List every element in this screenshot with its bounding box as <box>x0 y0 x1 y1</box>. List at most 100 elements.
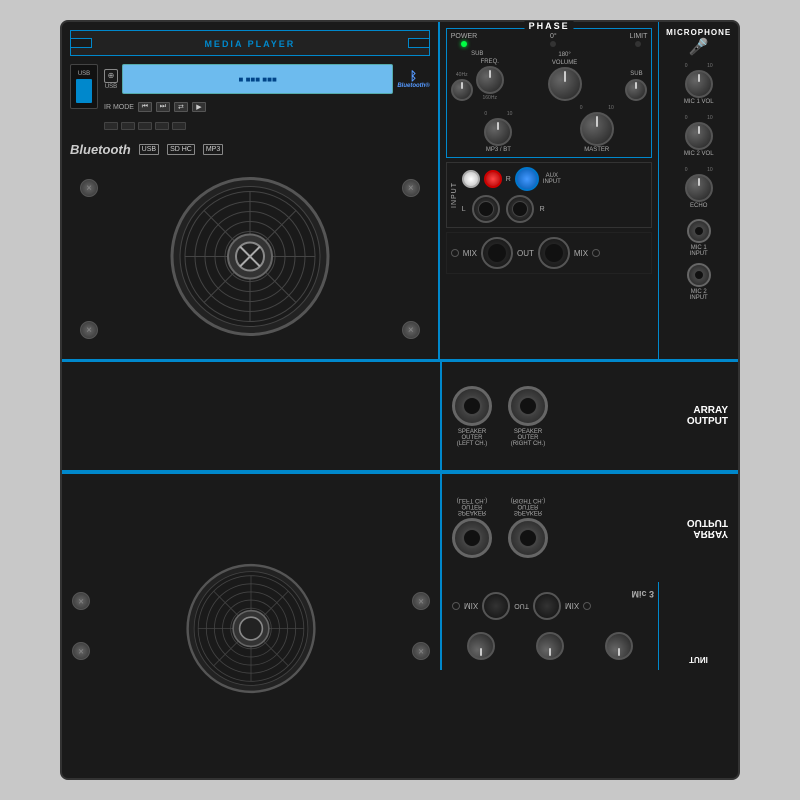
xlr-out-right[interactable] <box>538 237 570 269</box>
xlr-out-left-inner <box>488 244 506 262</box>
mic1-input-inner <box>694 226 704 236</box>
small-btn-5[interactable] <box>172 122 186 130</box>
media-player-title: MEDIA PLAYER <box>204 39 295 49</box>
bottom-mic-title: TUNI <box>665 655 732 664</box>
knobs-row2: 0 10 MP3 / BT 0 10 MASTER <box>451 105 648 153</box>
mp3bt-label: MP3 / BT <box>486 147 511 153</box>
fan-area-container <box>70 169 430 349</box>
io-inner: INPUT R AUX INPUT <box>451 167 648 223</box>
xlr-out-left[interactable] <box>481 237 513 269</box>
mic-icon: 🎤 <box>665 37 732 57</box>
zero-label: 0° <box>550 33 557 40</box>
mic1-scale: 0 10 <box>685 63 713 69</box>
phase-title: PHASE <box>525 21 574 31</box>
left-panel: MEDIA PLAYER USB ⊕ USB <box>62 22 440 362</box>
sub-label-r: SUB <box>630 71 642 77</box>
sub-freq-knobs: 40Hz FREQ. 160Hz <box>451 59 504 101</box>
bottom-main: MIX OUT MIX Mic 3 TUNI <box>62 582 738 670</box>
sd-card-slot[interactable]: USB <box>70 64 98 109</box>
mic1-vol-label: MIC 1 VOL <box>684 99 714 105</box>
freq-label: FREQ. <box>481 59 499 65</box>
sub-knob-left[interactable] <box>451 79 473 101</box>
mp3-badge: MP3 <box>203 144 223 155</box>
trs-blue-port[interactable] <box>515 167 539 191</box>
sd-format-icon: SD HC <box>167 144 195 155</box>
mic-section: MICROPHONE 🎤 0 10 MIC 1 VOL 0 10 MIC 2 V… <box>658 22 738 359</box>
sub-knob-l-container: 40Hz <box>451 72 473 101</box>
bottom-left-panel <box>62 582 442 670</box>
rca-red-port[interactable] <box>484 170 502 188</box>
usb-icon: ⊕ <box>104 69 118 83</box>
usb-badge: USB <box>139 144 159 155</box>
master-label: MASTER <box>584 147 609 153</box>
fan <box>170 177 330 342</box>
xlr-left[interactable] <box>472 195 500 223</box>
reflected-speaker-right: SPEAKEROUTER(RIGHT CH.) <box>508 498 548 559</box>
bottom-mix-label-l: MIX <box>464 602 478 611</box>
reflected-port-left <box>452 519 492 559</box>
play-btn[interactable]: ▶ <box>192 102 206 112</box>
array-left-empty <box>62 362 442 470</box>
mic-header: MICROPHONE 🎤 <box>665 28 732 57</box>
mic2-input-container: MIC 2INPUT <box>665 263 732 301</box>
sub-knob-right[interactable] <box>625 79 647 101</box>
mic1-vol-knob[interactable] <box>685 70 713 98</box>
bluetooth-symbol: ᛒ <box>410 69 417 83</box>
speaker-port-left[interactable] <box>452 386 492 426</box>
master-scale-0: 0 <box>580 105 583 111</box>
bottom-right-panel: MIX OUT MIX Mic 3 <box>442 582 658 670</box>
volume-section: 180° VOLUME <box>548 52 582 101</box>
xlr-right[interactable] <box>506 195 534 223</box>
mic1-input-container: MIC 1INPUT <box>665 219 732 257</box>
mic2-vol-label: MIC 2 VOL <box>684 151 714 157</box>
echo-container: 0 10 ECHO <box>665 167 732 209</box>
mp3bt-scale-0: 0 <box>484 111 487 117</box>
speaker-port-right[interactable] <box>508 386 548 426</box>
array-output-section: SPEAKEROUTER(LEFT CH.) SPEAKEROUTER(RIGH… <box>62 362 738 472</box>
mic2-vol-container: 0 10 MIC 2 VOL <box>665 115 732 157</box>
volume-knob[interactable] <box>548 67 582 101</box>
top-section: MEDIA PLAYER USB ⊕ USB <box>62 22 738 362</box>
out-label: OUT <box>517 249 534 258</box>
limit-led <box>635 41 641 47</box>
bluetooth-format-row: Bluetooth USB SD HC MP3 <box>70 138 430 161</box>
small-btn-4[interactable] <box>155 122 169 130</box>
freq-knob[interactable] <box>476 66 504 94</box>
master-scale: 0 10 <box>580 105 614 111</box>
mic1-input-label: MIC 1INPUT <box>690 245 708 257</box>
screw-b-tl <box>72 642 90 660</box>
mic2-input-label: MIC 2INPUT <box>690 289 708 301</box>
rca-white-port[interactable] <box>462 170 480 188</box>
phase180-label: 180° <box>558 52 570 58</box>
speaker-port-left-inner <box>462 396 482 416</box>
master-knob[interactable] <box>580 112 614 146</box>
bottom-mix-indicator-l <box>452 602 460 610</box>
xlr-row: L R <box>462 195 561 223</box>
mix-label-left: MIX <box>463 249 477 258</box>
small-btn-1[interactable] <box>104 122 118 130</box>
knobs-row1: SUB 40Hz FREQ. 160Hz <box>451 51 648 101</box>
echo-knob[interactable] <box>685 174 713 202</box>
phase-indicators-row: POWER 0° LIMIT <box>451 33 648 47</box>
small-btn-2[interactable] <box>121 122 135 130</box>
xlr-label-r: R <box>540 206 545 213</box>
mix-indicator-right <box>592 249 600 257</box>
reflected-array-title: ARRAYOUTPUT <box>558 517 728 539</box>
microphone-title: MICROPHONE <box>665 28 732 37</box>
mp3bt-scale-10: 10 <box>507 111 513 117</box>
speaker-left-label: SPEAKEROUTER(LEFT CH.) <box>457 429 488 447</box>
io-section: INPUT R AUX INPUT <box>446 162 653 228</box>
screw-b-br <box>412 592 430 610</box>
mic2-input-port[interactable] <box>687 263 711 287</box>
array-right: SPEAKEROUTER(LEFT CH.) SPEAKEROUTER(RIGH… <box>442 362 738 470</box>
prev-btn[interactable]: ⏮ <box>138 102 152 112</box>
repeat-btn[interactable]: ⇄ <box>174 102 188 112</box>
bottom-mic-section: TUNI <box>658 582 738 670</box>
small-btn-3[interactable] <box>138 122 152 130</box>
prev2-btn[interactable]: ⏭ <box>156 102 170 112</box>
mic1-input-port[interactable] <box>687 219 711 243</box>
mp3bt-knob[interactable] <box>484 118 512 146</box>
screw-bottom-left <box>80 321 98 339</box>
bottom-out-label: OUT <box>514 603 529 610</box>
mic2-vol-knob[interactable] <box>685 122 713 150</box>
